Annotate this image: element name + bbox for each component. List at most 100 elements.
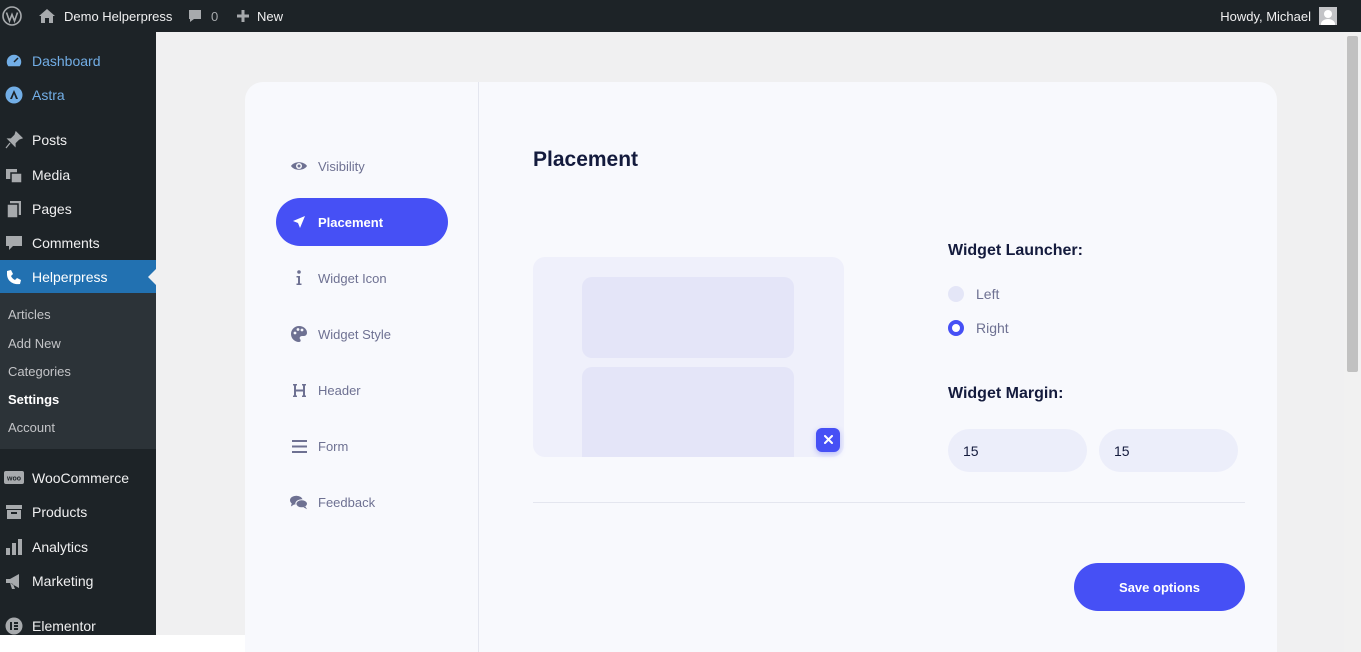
sidebar-item-label: Products xyxy=(32,504,88,520)
astra-icon xyxy=(4,85,24,105)
tab-widget-icon[interactable]: Widget Icon xyxy=(276,254,448,302)
sidebar-item-astra[interactable]: Astra xyxy=(0,78,156,112)
tab-placement[interactable]: Placement xyxy=(276,198,448,246)
radio-checked[interactable] xyxy=(948,320,964,336)
tab-form[interactable]: Form xyxy=(276,422,448,470)
widget-launcher-label: Widget Launcher: xyxy=(948,242,1083,259)
sidebar-item-pages[interactable]: Pages xyxy=(0,192,156,226)
sidebar-item-label: Pages xyxy=(32,201,72,217)
sidebar-item-media[interactable]: Media xyxy=(0,158,156,192)
close-icon xyxy=(823,431,833,449)
widget-margin-label: Widget Margin: xyxy=(948,385,1064,402)
placement-preview xyxy=(533,257,844,457)
comment-icon xyxy=(4,233,24,253)
submenu-item-add-new[interactable]: Add New xyxy=(8,334,61,354)
sidebar-item-label: Dashboard xyxy=(32,53,101,69)
new-content-link[interactable]: New xyxy=(236,0,283,32)
radio-unchecked[interactable] xyxy=(948,286,964,302)
sidebar-item-label: Astra xyxy=(32,87,65,103)
admin-bar: Demo Helperpress 0 New Howdy, Michael xyxy=(0,0,1361,32)
page-scrollbar[interactable] xyxy=(1344,32,1361,652)
tab-header[interactable]: Header xyxy=(276,366,448,414)
svg-text:woo: woo xyxy=(6,476,21,483)
content-divider xyxy=(533,502,1245,503)
site-name-label: Demo Helperpress xyxy=(64,8,173,24)
launcher-option-left[interactable]: Left xyxy=(948,286,999,302)
sidebar-item-products[interactable]: Products xyxy=(0,495,156,529)
helperpress-submenu: Articles Add New Categories Settings Acc… xyxy=(0,293,156,449)
sidebar-item-label: Marketing xyxy=(32,573,94,589)
tab-visibility[interactable]: Visibility xyxy=(276,142,448,190)
margin-y-input[interactable] xyxy=(1099,429,1238,472)
tab-label: Form xyxy=(318,438,349,454)
tab-label: Placement xyxy=(318,214,384,230)
pin-icon xyxy=(4,130,24,150)
page-bottom-strip xyxy=(0,635,282,652)
pages-icon xyxy=(4,199,24,219)
submenu-item-articles[interactable]: Articles xyxy=(8,305,51,325)
media-icon xyxy=(4,165,24,185)
eye-icon xyxy=(290,157,308,175)
preview-card xyxy=(582,367,794,457)
sidebar-item-marketing[interactable]: Marketing xyxy=(0,564,156,598)
heading-icon xyxy=(290,381,308,399)
sidebar-item-label: WooCommerce xyxy=(32,470,129,486)
sidebar-item-label: Media xyxy=(32,167,71,183)
tab-feedback[interactable]: Feedback xyxy=(276,478,448,526)
megaphone-icon xyxy=(4,571,24,591)
howdy-label: Howdy, Michael xyxy=(1220,8,1311,24)
wordpress-logo-icon[interactable] xyxy=(2,0,26,32)
comments-icon xyxy=(290,493,308,511)
sidebar-item-label: Elementor xyxy=(32,618,96,634)
page-title: Placement xyxy=(533,148,639,171)
comments-count: 0 xyxy=(211,8,219,24)
bars-icon xyxy=(290,437,308,455)
sidebar-item-helperpress[interactable]: Helperpress xyxy=(0,260,156,294)
submenu-item-account[interactable]: Account xyxy=(8,418,55,438)
sidebar-item-woocommerce[interactable]: woo WooCommerce xyxy=(0,461,156,495)
preview-launcher-button[interactable] xyxy=(816,428,840,452)
preview-card xyxy=(582,277,794,358)
plus-icon xyxy=(236,9,250,23)
woo-icon: woo xyxy=(4,468,24,488)
tab-label: Header xyxy=(318,382,361,398)
archive-icon xyxy=(4,502,24,522)
submenu-item-settings[interactable]: Settings xyxy=(8,390,59,410)
bar-chart-icon xyxy=(4,537,24,557)
user-account-menu[interactable]: Howdy, Michael xyxy=(1220,0,1337,32)
submenu-item-categories[interactable]: Categories xyxy=(8,362,71,382)
panel-divider xyxy=(478,82,479,652)
admin-sidebar: Dashboard Astra Posts Media Pages Commen… xyxy=(0,32,156,635)
avatar xyxy=(1319,7,1337,25)
scrollbar-thumb[interactable] xyxy=(1347,36,1358,372)
sidebar-item-posts[interactable]: Posts xyxy=(0,123,156,157)
sidebar-item-label: Analytics xyxy=(32,539,89,555)
info-icon xyxy=(290,269,308,287)
save-options-button[interactable]: Save options xyxy=(1074,563,1245,611)
site-name-link[interactable]: Demo Helperpress xyxy=(38,0,172,32)
sidebar-item-label: Posts xyxy=(32,132,68,148)
sidebar-item-comments[interactable]: Comments xyxy=(0,226,156,260)
radio-label: Right xyxy=(976,320,1009,336)
palette-icon xyxy=(290,325,308,343)
location-arrow-icon xyxy=(290,213,308,231)
tab-label: Feedback xyxy=(318,494,376,510)
helperpress-icon xyxy=(4,267,24,287)
tab-label: Widget Icon xyxy=(318,270,387,286)
new-label: New xyxy=(257,8,284,24)
elementor-icon xyxy=(4,616,24,636)
launcher-option-right[interactable]: Right xyxy=(948,320,1009,336)
sidebar-item-analytics[interactable]: Analytics xyxy=(0,530,156,564)
sidebar-item-label: Comments xyxy=(32,235,100,251)
sidebar-item-dashboard[interactable]: Dashboard xyxy=(0,44,156,78)
tab-label: Visibility xyxy=(318,158,365,174)
home-icon xyxy=(38,8,56,24)
comments-link[interactable]: 0 xyxy=(187,0,218,32)
dashboard-icon xyxy=(4,51,24,71)
tab-label: Widget Style xyxy=(318,326,391,342)
radio-label: Left xyxy=(976,286,1000,302)
settings-panel: Visibility Placement Widget Icon Widget … xyxy=(245,82,1277,652)
tab-widget-style[interactable]: Widget Style xyxy=(276,310,448,358)
margin-x-input[interactable] xyxy=(948,429,1087,472)
sidebar-item-label: Helperpress xyxy=(32,269,108,285)
